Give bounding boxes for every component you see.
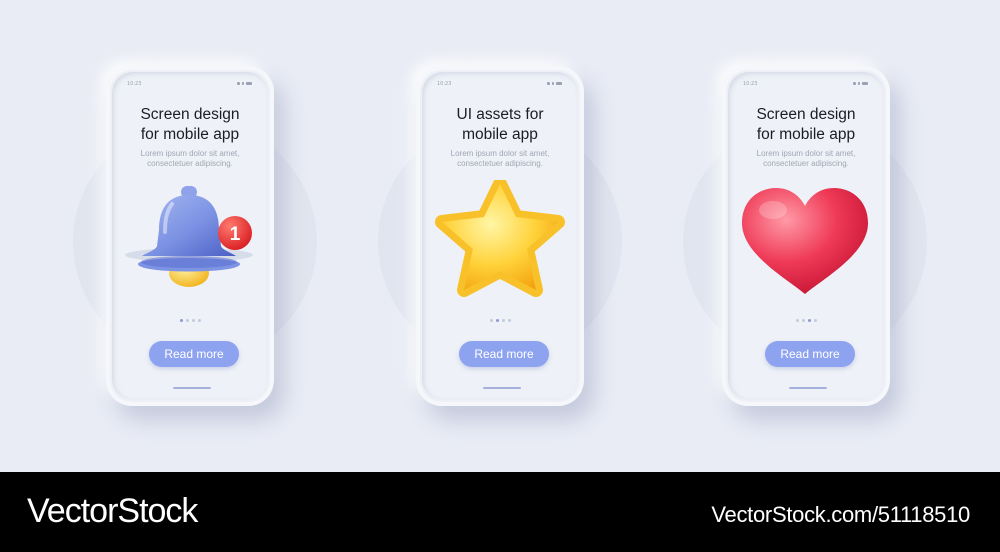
brand-logo: VectorStock xyxy=(27,492,198,530)
phone-screen: 10:23 Screen design for mobile app Lorem… xyxy=(728,72,884,400)
page-indicator xyxy=(422,319,578,322)
bell-icon: 1 xyxy=(125,186,253,287)
badge-count: 1 xyxy=(230,224,241,245)
screen-description: Lorem ipsum dolor sit amet, consectetuer… xyxy=(140,149,240,168)
page-dot[interactable] xyxy=(197,319,201,322)
page-dot[interactable] xyxy=(495,319,499,322)
screen-title: Screen design for mobile app xyxy=(140,106,240,143)
page-dot[interactable] xyxy=(795,319,799,322)
phone-mockup-favorites: 10:23 Screen design for mobile app Lorem… xyxy=(722,66,890,406)
home-indicator[interactable] xyxy=(483,387,521,389)
status-time: 10:23 xyxy=(743,81,758,87)
page-dot[interactable] xyxy=(179,319,183,322)
read-more-button[interactable]: Read more xyxy=(765,341,855,367)
page-indicator xyxy=(112,319,268,322)
status-icons xyxy=(547,82,562,85)
image-credit: VectorStock.com/51118510 xyxy=(711,502,970,527)
page-dot[interactable] xyxy=(807,319,811,322)
status-time: 10:23 xyxy=(127,81,142,87)
page-dot[interactable] xyxy=(801,319,805,322)
phone-screen: 10:23 Screen design for mobile app Lorem… xyxy=(112,72,268,400)
home-indicator[interactable] xyxy=(173,387,211,389)
screen-description: Lorem ipsum dolor sit amet, consectetuer… xyxy=(450,149,550,168)
screen-title: UI assets for mobile app xyxy=(456,106,544,143)
read-more-button[interactable]: Read more xyxy=(149,341,239,367)
status-time: 10:23 xyxy=(437,81,452,87)
screen-description: Lorem ipsum dolor sit amet, consectetuer… xyxy=(756,149,856,168)
page-dot[interactable] xyxy=(489,319,493,322)
page-dot[interactable] xyxy=(813,319,817,322)
star-icon xyxy=(435,180,565,297)
page-indicator xyxy=(728,319,884,322)
phone-screen: 10:23 UI assets for mobile app Lorem ips… xyxy=(422,72,578,400)
phone-mockup-ui-assets: 10:23 UI assets for mobile app Lorem ips… xyxy=(416,66,584,406)
page-dot[interactable] xyxy=(191,319,195,322)
read-more-button[interactable]: Read more xyxy=(459,341,549,367)
home-indicator[interactable] xyxy=(789,387,827,389)
status-icons xyxy=(853,82,868,85)
status-icons xyxy=(237,82,252,85)
page-dot[interactable] xyxy=(501,319,505,322)
page-dot[interactable] xyxy=(185,319,189,322)
phone-mockup-notifications: 10:23 Screen design for mobile app Lorem… xyxy=(106,66,274,406)
screen-title: Screen design for mobile app xyxy=(756,106,856,143)
showcase-canvas: 10:23 Screen design for mobile app Lorem… xyxy=(0,0,1000,472)
page-dot[interactable] xyxy=(507,319,511,322)
heart-icon xyxy=(742,188,868,294)
